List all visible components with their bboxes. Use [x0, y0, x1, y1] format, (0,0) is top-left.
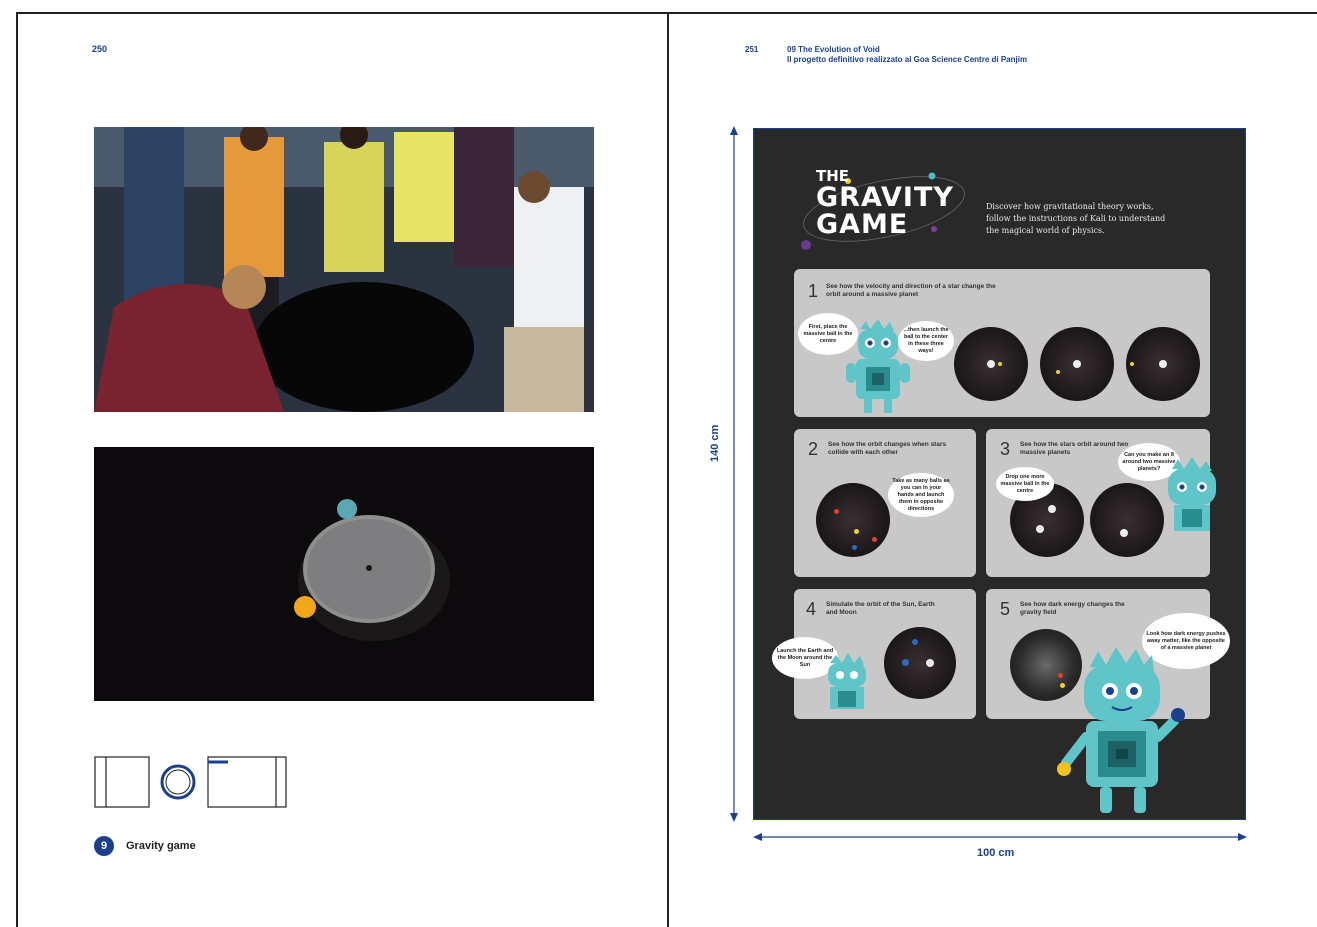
star-ball: [1056, 370, 1060, 374]
panel-4: 4 Simulate the orbit of the Sun, Earth a…: [772, 589, 976, 719]
right-page: 251 09 The Evolution of Void Il progetto…: [669, 12, 1317, 927]
chapter-title: 09 The Evolution of Void: [787, 45, 880, 54]
chapter-header: 09 The Evolution of Void Il progetto def…: [787, 45, 1027, 65]
left-page: 250 9 Gravity game: [16, 12, 669, 927]
massive-ball: [1120, 529, 1128, 537]
photo-children-playing: [94, 127, 594, 412]
panel-title: See how dark energy changes the gravity …: [1020, 601, 1125, 616]
massive-ball: [1048, 505, 1056, 513]
star-ball: [852, 545, 857, 550]
panel-number: 1: [808, 281, 819, 301]
panel-title: See how the orbit changes when stars col…: [828, 441, 947, 456]
panel-title: See how the stars orbit around two massi…: [1020, 441, 1129, 456]
kali-mascot-icon: [846, 319, 910, 413]
sun-ball: [926, 659, 934, 667]
star-ball: [854, 529, 859, 534]
kali-mascot-large-icon: [1057, 647, 1185, 813]
height-dimension-arrow: [730, 126, 738, 822]
panel-1: 1 See how the velocity and direction of …: [794, 269, 1210, 417]
massive-ball: [1159, 360, 1167, 368]
star-ball: [998, 362, 1002, 366]
chapter-subtitle: Il progetto definitivo realizzato al Goa…: [787, 55, 1028, 64]
kali-mascot-icon: [1168, 457, 1216, 531]
speech-bubble: Drop one more massive ball in the centre: [996, 467, 1054, 501]
panel-number: 2: [808, 439, 819, 459]
panel-title: See how the velocity and direction of a …: [826, 283, 996, 298]
panel-3: 3 See how the stars orbit around two mas…: [986, 429, 1216, 577]
width-label: 100 cm: [977, 847, 1015, 859]
moon-ball: [912, 639, 918, 645]
massive-ball: [1073, 360, 1081, 368]
kali-mascot-icon: [828, 653, 866, 709]
star-ball: [872, 537, 877, 542]
massive-ball: [1036, 525, 1044, 533]
star-ball: [834, 509, 839, 514]
height-label: 140 cm: [709, 424, 721, 462]
panel-number: 4: [806, 599, 817, 619]
poster-title: THE GRAVITY GAME: [816, 167, 954, 240]
caption-text: Gravity game: [126, 840, 196, 852]
massive-ball: [987, 360, 995, 368]
panel-number: 3: [1000, 439, 1011, 459]
photo-gravity-board: [94, 447, 594, 701]
panel-2: 2 See how the orbit changes when stars c…: [794, 429, 976, 577]
layout-diagram-icon: [94, 756, 287, 808]
star-ball: [1130, 362, 1134, 366]
orbit-disk: [1090, 483, 1164, 557]
earth-ball: [902, 659, 909, 666]
speech-bubble: Take as many balls as you can in your ha…: [888, 473, 954, 517]
panel-number: 5: [1000, 599, 1011, 619]
width-dimension-arrow: [753, 833, 1247, 841]
panel-title: Simulate the orbit of the Sun, Earth and…: [826, 601, 935, 616]
orbit-disk: [884, 627, 956, 699]
caption-number-badge: 9: [94, 836, 114, 856]
page-number-right: 251: [745, 45, 759, 54]
page-number-left: 250: [92, 44, 108, 54]
gravity-game-poster: THE GRAVITY GAME Discover how gravitatio…: [753, 128, 1246, 820]
poster-intro: Discover how gravitational theory works,…: [986, 202, 1166, 235]
